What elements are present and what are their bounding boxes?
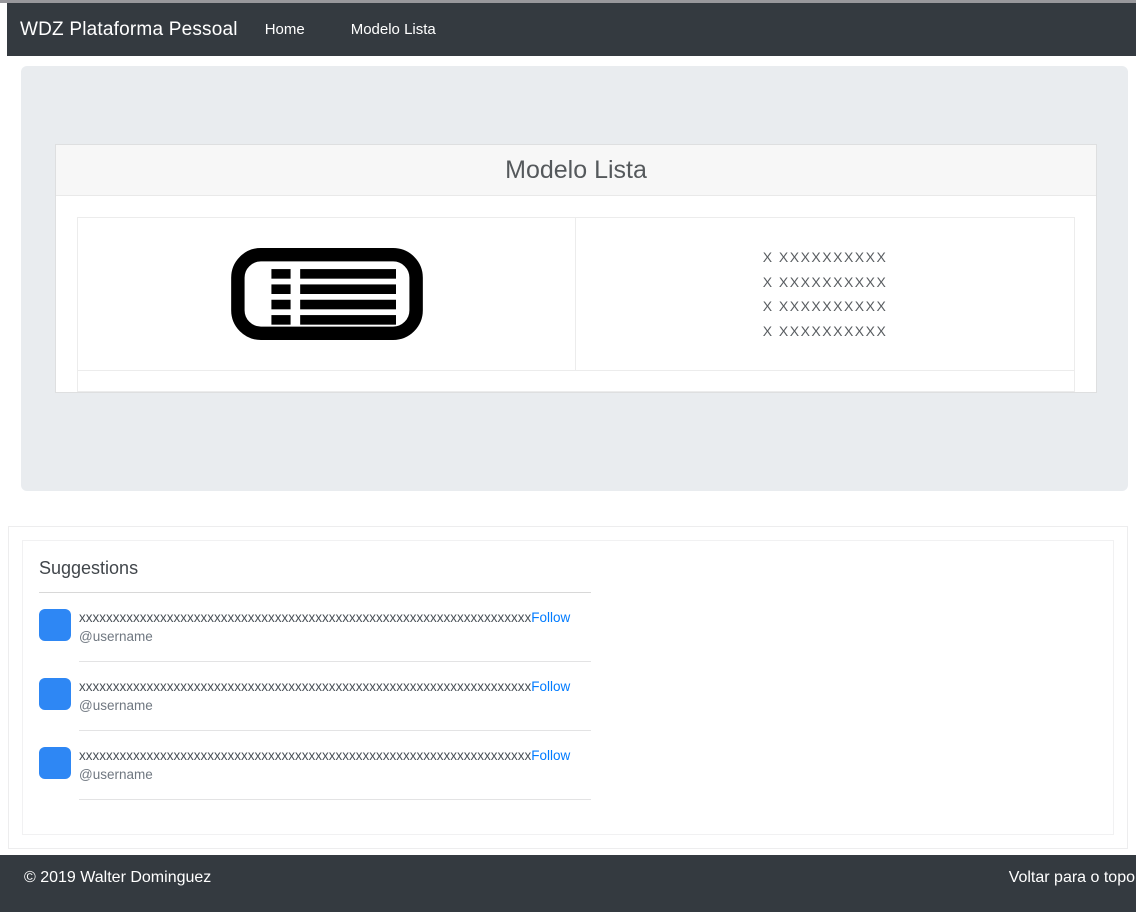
jumbotron: Modelo Lista <box>21 66 1128 491</box>
suggestion-handle: @username <box>79 766 591 783</box>
nav-link-home[interactable]: Home <box>265 21 305 38</box>
follow-link[interactable]: Follow <box>531 610 570 625</box>
card-header: Modelo Lista <box>56 145 1096 196</box>
table-row: X XXXXXXXXXX X XXXXXXXXXX X XXXXXXXXXX X… <box>78 218 1074 370</box>
suggestion-item: xxxxxxxxxxxxxxxxxxxxxxxxxxxxxxxxxxxxxxxx… <box>39 678 591 731</box>
navbar-brand[interactable]: WDZ Plataforma Pessoal <box>20 19 238 41</box>
placeholder-line: X XXXXXXXXXX <box>763 245 888 270</box>
icon-cell <box>78 218 576 370</box>
modelo-lista-card: Modelo Lista <box>55 144 1097 393</box>
placeholder-text-cell: X XXXXXXXXXX X XXXXXXXXXX X XXXXXXXXXX X… <box>576 218 1074 370</box>
nav-link-modelo-lista[interactable]: Modelo Lista <box>351 21 436 38</box>
placeholder-line: X XXXXXXXXXX <box>763 270 888 295</box>
navbar: WDZ Plataforma Pessoal Home Modelo Lista <box>7 3 1136 56</box>
card-title: Modelo Lista <box>505 156 647 185</box>
placeholder-line: X XXXXXXXXXX <box>763 294 888 319</box>
suggestion-name: xxxxxxxxxxxxxxxxxxxxxxxxxxxxxxxxxxxxxxxx… <box>79 610 531 625</box>
follow-link[interactable]: Follow <box>531 679 570 694</box>
suggestions-title: Suggestions <box>39 558 591 579</box>
suggestion-item: xxxxxxxxxxxxxxxxxxxxxxxxxxxxxxxxxxxxxxxx… <box>39 747 591 800</box>
card-body: X XXXXXXXXXX X XXXXXXXXXX X XXXXXXXXXX X… <box>56 196 1096 392</box>
avatar <box>39 609 71 641</box>
suggestion-handle: @username <box>79 628 591 645</box>
model-table: X XXXXXXXXXX X XXXXXXXXXX X XXXXXXXXXX X… <box>77 217 1075 392</box>
suggestions-section: Suggestions xxxxxxxxxxxxxxxxxxxxxxxxxxxx… <box>8 526 1128 849</box>
table-footer-row <box>78 370 1074 391</box>
back-to-top-link[interactable]: Voltar para o topo <box>1009 869 1135 912</box>
avatar <box>39 747 71 779</box>
follow-link[interactable]: Follow <box>531 748 570 763</box>
copyright-text: © 2019 Walter Dominguez <box>24 869 211 912</box>
suggestion-handle: @username <box>79 697 591 714</box>
divider <box>39 592 591 593</box>
list-alt-icon <box>231 248 423 340</box>
suggestion-name: xxxxxxxxxxxxxxxxxxxxxxxxxxxxxxxxxxxxxxxx… <box>79 679 531 694</box>
suggestion-item: xxxxxxxxxxxxxxxxxxxxxxxxxxxxxxxxxxxxxxxx… <box>39 609 591 662</box>
placeholder-line: X XXXXXXXXXX <box>763 319 888 344</box>
avatar <box>39 678 71 710</box>
suggestions-card: Suggestions xxxxxxxxxxxxxxxxxxxxxxxxxxxx… <box>22 540 1114 835</box>
suggestion-name: xxxxxxxxxxxxxxxxxxxxxxxxxxxxxxxxxxxxxxxx… <box>79 748 531 763</box>
footer: © 2019 Walter Dominguez Voltar para o to… <box>0 855 1136 912</box>
